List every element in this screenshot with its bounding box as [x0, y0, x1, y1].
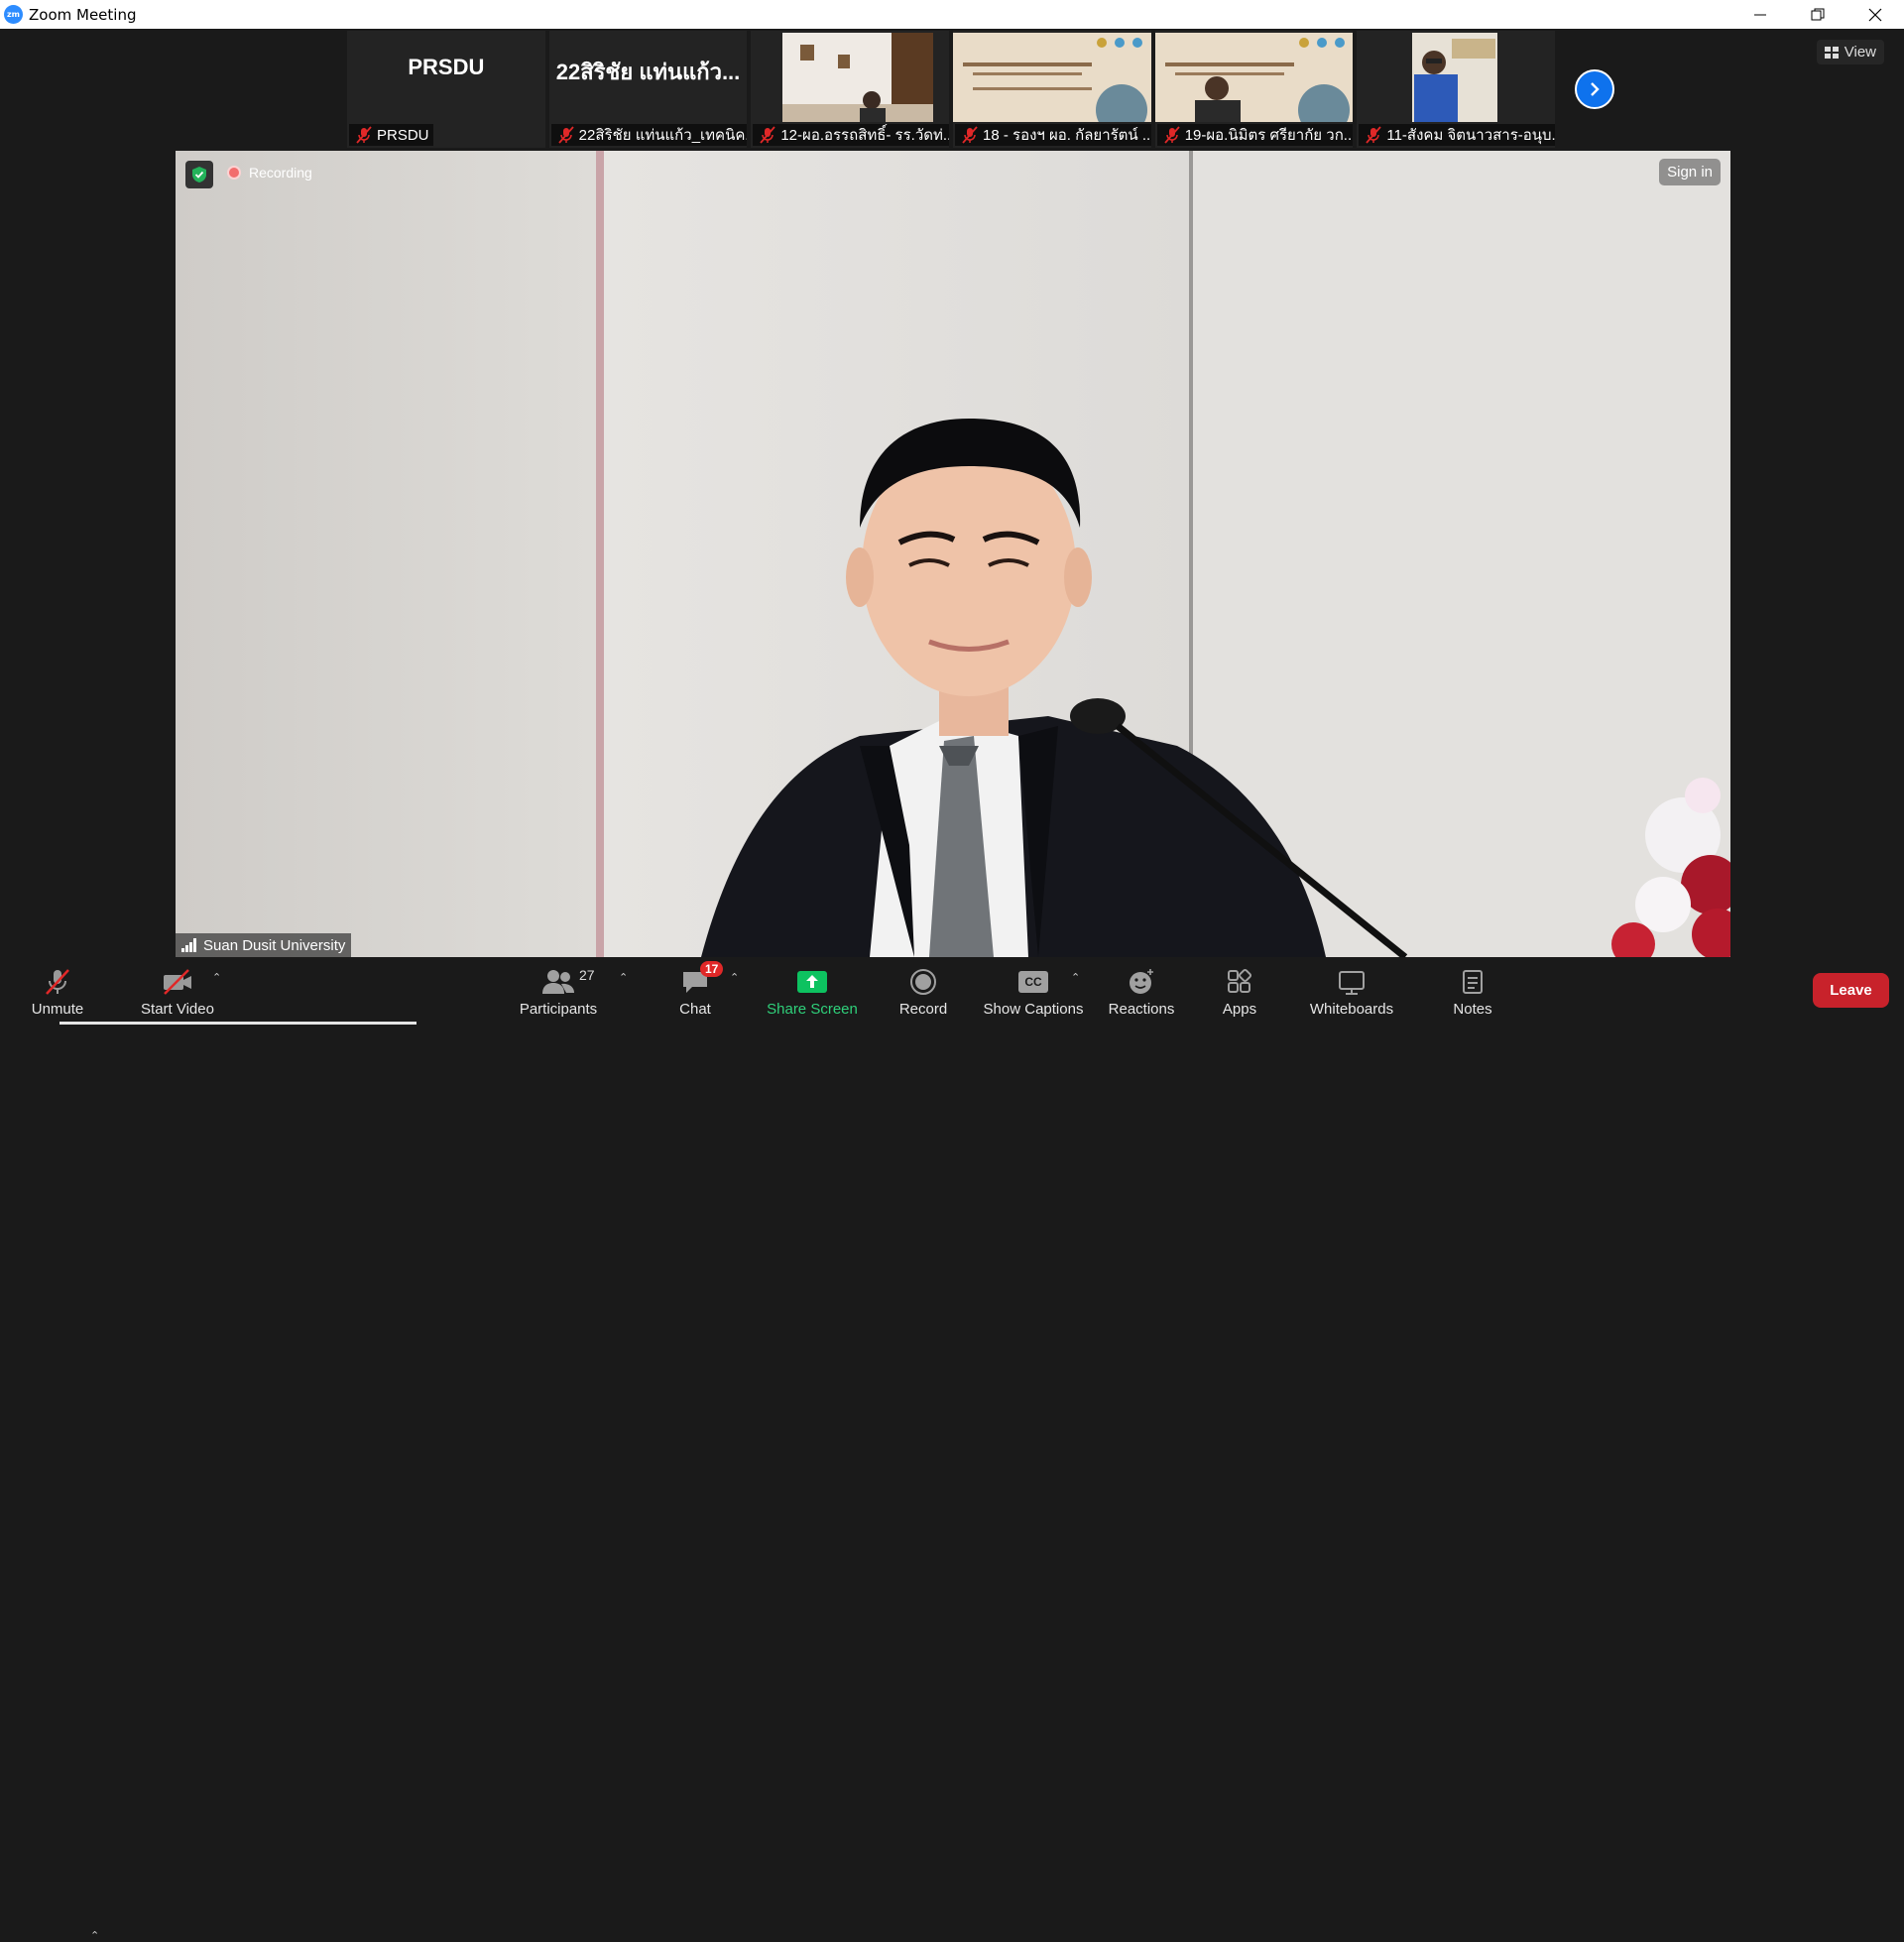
leave-button[interactable]: Leave [1813, 973, 1889, 1008]
participant-name: 11-สังคม จิตนาวสาร-อนุบ... [1386, 127, 1556, 144]
whiteboards-button[interactable]: Whiteboards [1305, 957, 1398, 1025]
close-icon [1868, 8, 1882, 21]
participant-name-label: 18 - รองฯ ผอ. กัลยารัตน์ ... [955, 124, 1151, 146]
participant-tile[interactable]: PRSDU PRSDU [347, 31, 545, 148]
mic-off-icon [43, 965, 72, 999]
participant-name: 19-ผอ.นิมิตร ศรียากัย วก... [1184, 127, 1354, 144]
participant-name-label: 22สิริชัย แท่นแก้ว_เทคนิค... [550, 124, 748, 146]
title-bar: zm Zoom Meeting [0, 0, 1904, 29]
unmute-label: Unmute [31, 1001, 84, 1018]
participant-name-label: 12-ผอ.อรรถสิทธิ์- รร.วัดท่... [753, 124, 950, 146]
minimize-button[interactable] [1731, 0, 1789, 29]
cc-icon: CC [1018, 971, 1048, 993]
whiteboard-icon [1337, 965, 1367, 999]
recording-dot-icon [227, 166, 241, 180]
chat-unread-badge: 17 [700, 961, 724, 977]
reactions-label: Reactions [1108, 1001, 1175, 1018]
mic-off-icon [1366, 126, 1382, 144]
minimize-icon [1754, 14, 1766, 15]
participant-tile[interactable]: 19-ผอ.นิมิตร ศรียากัย วก... [1154, 31, 1354, 148]
reactions-button[interactable]: Reactions [1107, 957, 1176, 1025]
video-options-chevron-icon[interactable]: ⌃ [212, 971, 221, 984]
speaker-video-frame [176, 151, 1730, 957]
start-video-button[interactable]: Start Video [133, 957, 222, 1025]
view-label: View [1844, 44, 1876, 61]
security-shield-icon[interactable] [185, 161, 213, 188]
captions-icon: CC [1018, 965, 1048, 999]
restore-button[interactable] [1789, 0, 1846, 29]
participant-name: 18 - รองฯ ผอ. กัลยารัตน์ ... [983, 127, 1151, 144]
apps-label: Apps [1222, 1001, 1257, 1018]
participant-video [782, 33, 934, 122]
sign-in-button[interactable]: Sign in [1659, 159, 1721, 185]
participant-name: PRSDU [377, 126, 429, 144]
audio-options-chevron-icon[interactable]: ⌃ [90, 1929, 99, 1942]
meeting-toolbar: Unmute ⌃ Start Video ⌃ Participants 27 ⌃… [0, 957, 1904, 1942]
participant-video [1154, 33, 1354, 122]
participant-name: 12-ผอ.อรรถสิทธิ์- รร.วัดท่... [780, 127, 950, 144]
share-screen-icon [796, 965, 828, 999]
shield-icon [192, 167, 206, 182]
recording-indicator: Recording [227, 165, 312, 181]
participant-name-label: 11-สังคม จิตนาวสาร-อนุบ... [1359, 124, 1556, 146]
share-screen-button[interactable]: Share Screen [764, 957, 861, 1025]
participant-strip: PRSDU PRSDU 22สิริชัย แท่นแก้ว... 22สิริ… [347, 31, 1559, 148]
chat-label: Chat [679, 1001, 711, 1018]
record-button[interactable]: Record [894, 957, 952, 1025]
next-page-button[interactable] [1575, 69, 1614, 109]
participants-icon [541, 965, 575, 999]
captions-options-chevron-icon[interactable]: ⌃ [1071, 971, 1080, 984]
chat-icon: 17 [680, 961, 724, 999]
participant-tile[interactable]: 11-สังคม จิตนาวสาร-อนุบ... [1357, 31, 1556, 148]
show-captions-label: Show Captions [983, 1001, 1084, 1018]
active-speaker-video[interactable]: Recording Sign in Suan Dusit University [176, 151, 1730, 957]
participant-video [1412, 33, 1498, 122]
participant-name-label: PRSDU [349, 124, 433, 146]
grid-icon [1824, 46, 1839, 59]
chat-options-chevron-icon[interactable]: ⌃ [730, 971, 739, 984]
participant-display-name: 22สิริชัย แท่นแก้ว... [555, 60, 741, 84]
window-title: Zoom Meeting [29, 5, 137, 24]
restore-icon [1811, 8, 1825, 20]
participant-display-name: PRSDU [408, 55, 485, 79]
mic-off-icon [557, 126, 574, 144]
apps-button[interactable]: Apps [1218, 957, 1261, 1025]
record-icon [909, 965, 937, 999]
mic-off-icon [1164, 126, 1180, 144]
show-captions-button[interactable]: CC Show Captions [980, 957, 1087, 1025]
participant-tile[interactable]: 12-ผอ.อรรถสิทธิ์- รร.วัดท่... [751, 31, 950, 148]
mic-off-icon [962, 126, 978, 144]
participants-label: Participants [519, 1001, 598, 1018]
participant-video [953, 33, 1151, 122]
speaker-name: Suan Dusit University [203, 936, 346, 954]
signal-strength-icon [181, 938, 196, 952]
close-button[interactable] [1846, 0, 1904, 29]
reactions-icon [1127, 965, 1156, 999]
unmute-button[interactable]: Unmute [22, 957, 93, 1025]
whiteboards-label: Whiteboards [1309, 1001, 1394, 1018]
participants-options-chevron-icon[interactable]: ⌃ [619, 971, 628, 984]
share-screen-label: Share Screen [767, 1001, 858, 1018]
participant-name: 22สิริชัย แท่นแก้ว_เทคนิค... [578, 127, 748, 144]
participants-count: 27 [579, 967, 595, 983]
recording-label: Recording [249, 165, 312, 181]
participant-name-label: 19-ผอ.นิมิตร ศรียากัย วก... [1156, 124, 1354, 146]
speaker-name-label: Suan Dusit University [176, 933, 352, 957]
mic-off-icon [356, 126, 372, 144]
zoom-logo-icon: zm [4, 5, 23, 24]
notes-icon [1461, 965, 1485, 999]
participant-tile[interactable]: 18 - รองฯ ผอ. กัลยารัตน์ ... [953, 31, 1151, 148]
video-off-icon [161, 965, 194, 999]
notes-button[interactable]: Notes [1448, 957, 1497, 1025]
chevron-right-icon [1591, 82, 1600, 96]
start-video-label: Start Video [141, 1001, 214, 1018]
participant-tile[interactable]: 22สิริชัย แท่นแก้ว... 22สิริชัย แท่นแก้ว… [548, 31, 748, 148]
window-controls [1731, 0, 1904, 29]
record-label: Record [898, 1001, 948, 1018]
apps-icon [1226, 965, 1253, 999]
mic-off-icon [760, 126, 776, 144]
chat-button[interactable]: 17 Chat [672, 957, 724, 1025]
view-button[interactable]: View [1816, 40, 1884, 64]
notes-label: Notes [1453, 1001, 1492, 1018]
